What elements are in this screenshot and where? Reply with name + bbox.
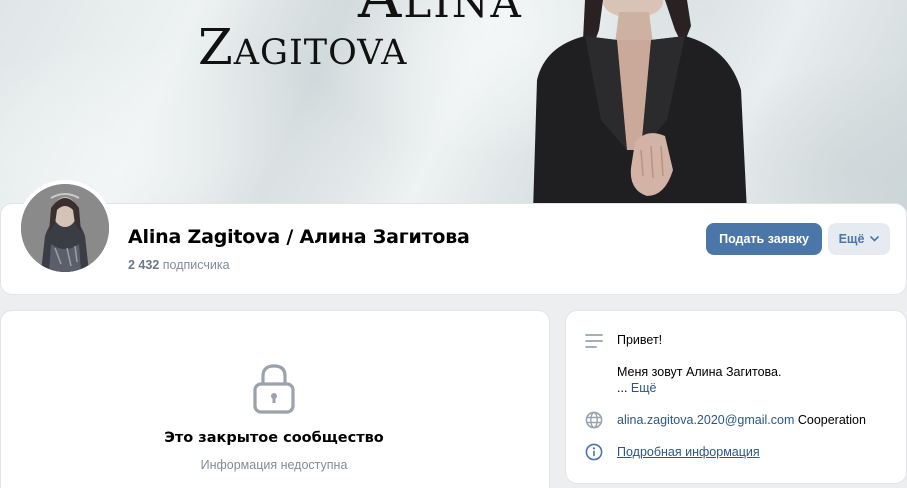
more-button-label: Ещё — [838, 232, 865, 246]
globe-icon — [585, 411, 603, 429]
subscribers-label: подписчика — [162, 258, 230, 272]
chevron-down-icon — [870, 236, 880, 242]
description-greeting: Привет! — [617, 333, 663, 347]
description-ellipsis: ... — [617, 381, 631, 395]
info-icon — [585, 443, 603, 461]
subscribers-info[interactable]: 2 432 подписчика — [128, 258, 230, 272]
lines-icon — [585, 334, 603, 348]
more-button[interactable]: Ещё — [828, 223, 890, 255]
email-suffix: Cooperation — [794, 413, 866, 427]
group-avatar[interactable] — [17, 180, 113, 276]
description-intro: Меня зовут Алина Загитова. — [617, 365, 782, 379]
email-link[interactable]: alina.zagitova.2020@gmail.com — [617, 413, 794, 427]
cover-image: Alina Zagitova — [0, 0, 907, 212]
detailed-info-link[interactable]: Подробная информация — [617, 445, 760, 459]
closed-community-title: Это закрытое сообщество — [164, 430, 384, 446]
group-name: Alina Zagitova / Алина Загитова — [128, 226, 470, 248]
lock-icon — [253, 364, 295, 414]
cover-person-figure — [533, 0, 747, 212]
cover-title-line-2: Zagitova — [198, 18, 408, 76]
description-more-link[interactable]: Ещё — [631, 381, 657, 395]
subscribers-count: 2 432 — [128, 258, 160, 272]
closed-community-subtitle: Информация недоступна — [200, 458, 348, 472]
contact-row: alina.zagitova.2020@gmail.com Cooperatio… — [617, 413, 866, 427]
submit-request-button[interactable]: Подать заявку — [706, 223, 822, 255]
description-more-row: ... Ещё — [617, 381, 656, 395]
